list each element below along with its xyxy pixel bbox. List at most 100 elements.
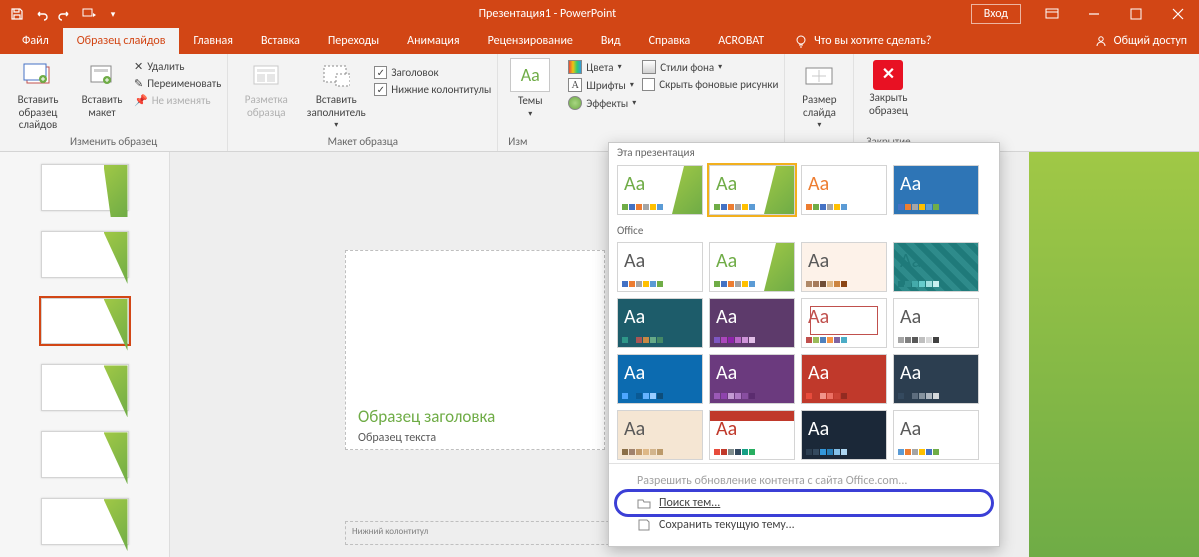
close-icon[interactable] [1157,0,1199,28]
slide-size-button[interactable]: Размер слайда ▾ [791,56,847,130]
theme-thumbnail[interactable]: Aa [709,354,795,404]
theme-aa-label: Aa [624,361,645,385]
theme-thumbnail[interactable]: Aa [709,242,795,292]
slide-size-label: Размер слайда [791,94,847,119]
colors-icon [568,60,582,74]
tab-animations[interactable]: Анимация [393,28,473,54]
save-icon [637,518,651,532]
group-edit-theme: Aa Темы ▾ Изм [498,54,562,151]
thumbnail-panel[interactable] [0,152,170,557]
chevron-down-icon: ▾ [334,121,338,130]
theme-thumbnail[interactable]: Aa [801,298,887,348]
theme-thumbnail[interactable]: Aa [801,354,887,404]
theme-thumbnail[interactable]: Aa [893,242,979,292]
theme-aa-label: Aa [900,172,921,196]
chevron-down-icon: ▾ [718,62,722,72]
theme-thumbnail[interactable]: Aa [801,165,887,215]
tab-home[interactable]: Главная [179,28,246,54]
theme-aa-label: Aa [808,172,829,196]
sign-in-button[interactable]: Вход [971,4,1021,24]
preserve-label: Не изменять [152,94,211,107]
layout-thumb[interactable] [41,498,129,545]
theme-thumbnail[interactable]: Aa [893,298,979,348]
share-label: Общий доступ [1114,34,1187,48]
start-from-beginning-icon[interactable] [78,3,100,25]
insert-placeholder-button[interactable]: Вставить заполнитель ▾ [304,56,368,130]
themes-button[interactable]: Aa Темы ▾ [504,56,556,121]
layout-thumb[interactable] [41,164,129,211]
workspace: Образец заголовка Образец текста Нижний … [0,152,1199,557]
layout-thumb[interactable] [41,231,129,278]
layout-thumb[interactable] [41,364,129,411]
title-placeholder[interactable]: Образец заголовка Образец текста [345,250,605,450]
theme-aa-label: Aa [716,172,737,196]
theme-aa-label: Aa [624,172,645,196]
theme-aa-label: Aa [624,305,645,329]
close-master-button[interactable]: ✕ Закрыть образец [860,56,916,117]
title-checkbox[interactable]: ✓Заголовок [374,66,491,79]
save-icon[interactable] [6,3,28,25]
master-layout-button[interactable]: Разметка образца [234,56,298,119]
insert-layout-button[interactable]: Вставить макет [76,56,128,119]
rename-button[interactable]: ✎Переименовать [134,77,221,90]
master-layout-icon [250,60,282,92]
maximize-icon[interactable] [1115,0,1157,28]
share-button[interactable]: Общий доступ [1094,28,1187,54]
insert-layout-icon [86,60,118,92]
tab-view[interactable]: Вид [587,28,635,54]
delete-icon: ✕ [134,60,143,73]
hide-bg-checkbox[interactable]: Скрыть фоновые рисунки [642,78,778,91]
tell-me-search[interactable]: Что вы хотите сделать? [794,28,931,54]
footers-checkbox[interactable]: ✓Нижние колонтитулы [374,83,491,96]
tab-transitions[interactable]: Переходы [314,28,393,54]
colors-button[interactable]: Цвета▾ [568,60,636,74]
group-edit-theme-label: Изм [504,133,556,151]
insert-slide-master-button[interactable]: Вставить образец слайдов [6,56,70,132]
qat-customize-icon[interactable]: ▾ [102,3,124,25]
master-layout-label: Разметка образца [234,94,298,119]
save-current-theme-button[interactable]: Сохранить текущую тему... [617,514,991,536]
browse-themes-button[interactable]: Поиск тем... [617,492,991,514]
theme-thumbnail[interactable]: Aa [709,410,795,460]
layout-thumb[interactable] [41,298,129,345]
theme-thumbnail[interactable]: Aa [801,410,887,460]
tab-file[interactable]: Файл [8,28,63,54]
bg-styles-button[interactable]: Стили фона▾ [642,60,778,74]
save-current-label: Сохранить текущую тему... [659,518,795,532]
enable-online-content: Разрешить обновление контента с сайта Of… [617,470,991,492]
theme-aa-label: Aa [900,249,921,273]
theme-thumbnail[interactable]: Aa [893,410,979,460]
lightbulb-icon [794,34,808,48]
group-edit-master-label: Изменить образец [6,133,221,151]
tab-slide-master[interactable]: Образец слайдов [63,28,180,54]
tab-help[interactable]: Справка [635,28,705,54]
insert-placeholder-label: Вставить заполнитель [304,94,368,119]
undo-icon[interactable] [30,3,52,25]
tab-acrobat[interactable]: ACROBAT [704,28,778,54]
theme-thumbnail[interactable]: Aa [893,165,979,215]
theme-thumbnail[interactable]: Aa [709,298,795,348]
minimize-icon[interactable] [1073,0,1115,28]
theme-thumbnail[interactable]: Aa [709,165,795,215]
layout-thumb[interactable] [41,431,129,478]
theme-thumbnail[interactable]: Aa [617,410,703,460]
theme-thumbnail[interactable]: Aa [801,242,887,292]
theme-thumbnail[interactable]: Aa [617,354,703,404]
theme-thumbnail[interactable]: Aa [893,354,979,404]
theme-thumbnail[interactable]: Aa [617,298,703,348]
effects-icon [568,96,582,110]
checkbox-icon [642,78,655,91]
preserve-button[interactable]: 📌Не изменять [134,94,221,107]
redo-icon[interactable] [54,3,76,25]
ribbon-display-options-icon[interactable] [1031,0,1073,28]
theme-thumbnail[interactable]: Aa [617,165,703,215]
fonts-button[interactable]: AШрифты▾ [568,78,636,92]
theme-thumbnail[interactable]: Aa [617,242,703,292]
effects-button[interactable]: Эффекты▾ [568,96,636,110]
tab-review[interactable]: Рецензирование [474,28,587,54]
quick-access-toolbar: ▾ [0,3,124,25]
delete-button[interactable]: ✕Удалить [134,60,221,73]
tab-insert[interactable]: Вставка [247,28,314,54]
slide-size-icon [803,60,835,92]
chevron-down-icon: ▾ [528,109,532,119]
